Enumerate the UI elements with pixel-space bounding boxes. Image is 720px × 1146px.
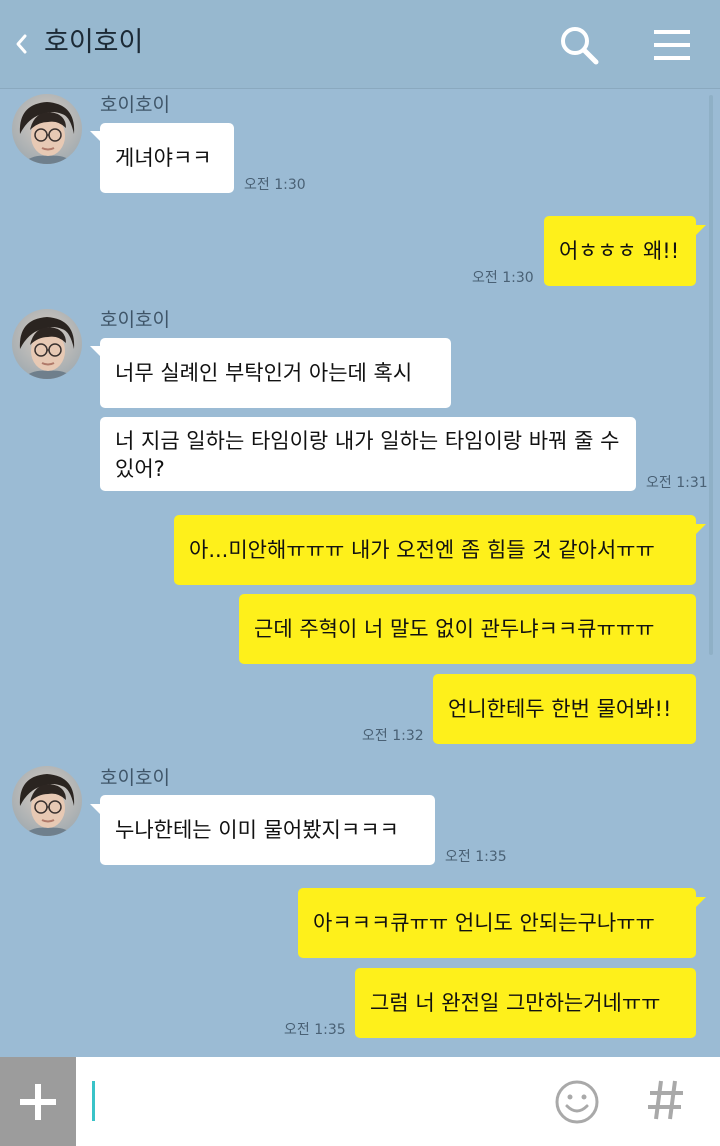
message-bubble-incoming[interactable]: 게녀야ㅋㅋ (100, 123, 234, 193)
bubble-tail (90, 804, 100, 814)
message-bubble-incoming[interactable]: 너무 실례인 부탁인거 아는데 혹시 (100, 338, 451, 408)
attach-button[interactable] (0, 1057, 76, 1146)
chat-messages[interactable]: 호이호이 게녀야ㅋㅋ 오전 1:30 어ㅎㅎㅎ 왜!! 오전 1:30 호이호이… (0, 89, 720, 1057)
message-bubble-outgoing[interactable]: 근데 주혁이 너 말도 없이 관두냐ㅋㅋ큐ㅠㅠㅠ (239, 594, 696, 664)
message-time: 오전 1:35 (445, 849, 507, 865)
message-time: 오전 1:30 (244, 177, 306, 193)
message-time: 오전 1:30 (472, 270, 534, 286)
smiley-icon[interactable] (554, 1079, 600, 1125)
message-input[interactable] (80, 1067, 540, 1137)
plus-icon (20, 1084, 56, 1120)
chat-header: 호이호이 (0, 0, 720, 89)
avatar[interactable] (12, 94, 82, 164)
message-bubble-outgoing[interactable]: 아ㅋㅋㅋ큐ㅠㅠ 언니도 안되는구나ㅠㅠ (298, 888, 696, 958)
bubble-tail (90, 346, 100, 356)
message-bubble-incoming[interactable]: 너 지금 일하는 타임이랑 내가 일하는 타임이랑 바꿔 줄 수 있어? (100, 417, 636, 491)
sender-name: 호이호이 (100, 94, 170, 116)
message-time: 오전 1:32 (362, 728, 424, 744)
chevron-left-icon[interactable] (12, 30, 30, 58)
sender-name: 호이호이 (100, 767, 170, 789)
scrollbar[interactable] (709, 95, 713, 655)
message-time: 오전 1:35 (284, 1022, 346, 1038)
message-time: 오전 1:31 (646, 475, 708, 491)
menu-icon[interactable] (652, 28, 692, 62)
search-icon[interactable] (558, 24, 600, 66)
sender-name: 호이호이 (100, 309, 170, 331)
avatar[interactable] (12, 309, 82, 379)
bubble-tail (696, 225, 706, 235)
message-bubble-outgoing[interactable]: 언니한테두 한번 물어봐!! (433, 674, 696, 744)
message-bubble-outgoing[interactable]: 어ㅎㅎㅎ 왜!! (544, 216, 696, 286)
hash-icon[interactable] (646, 1077, 686, 1123)
message-bubble-outgoing[interactable]: 그럼 너 완전일 그만하는거네ㅠㅠ (355, 968, 696, 1038)
message-bubble-incoming[interactable]: 누나한테는 이미 물어봤지ㅋㅋㅋ (100, 795, 435, 865)
text-cursor (92, 1081, 95, 1121)
chat-title: 호이호이 (44, 27, 144, 58)
bubble-tail (90, 131, 100, 141)
bubble-tail (696, 897, 706, 907)
message-input-bar (0, 1057, 720, 1146)
avatar[interactable] (12, 766, 82, 836)
bubble-tail (696, 524, 706, 534)
message-bubble-outgoing[interactable]: 아...미안해ㅠㅠㅠ 내가 오전엔 좀 힘들 것 같아서ㅠㅠ (174, 515, 696, 585)
